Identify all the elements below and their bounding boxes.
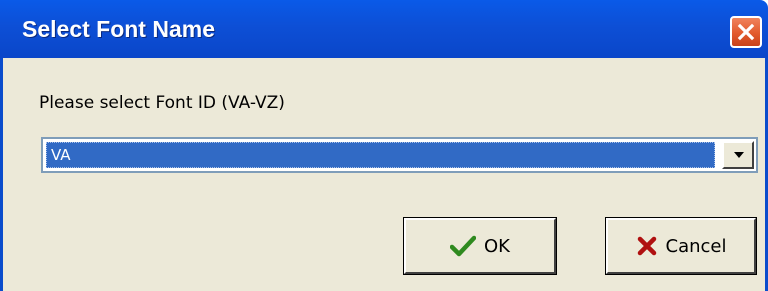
dropdown-button[interactable] [722,141,754,169]
ok-label: OK [484,235,510,257]
cancel-label: Cancel [665,235,727,257]
select-font-dialog: Select Font Name Please select Font ID (… [0,0,768,291]
close-button[interactable] [730,16,762,48]
selected-font-id[interactable]: VA [46,142,715,168]
chevron-down-icon [734,152,744,158]
title-bar[interactable]: Select Font Name [0,0,768,58]
font-id-prompt: Please select Font ID (VA-VZ) [39,93,285,113]
dialog-body: Please select Font ID (VA-VZ) VA OK Canc… [0,58,768,291]
ok-button[interactable]: OK [403,217,557,275]
x-mark-icon [637,236,656,256]
checkmark-icon [450,235,476,257]
dialog-title: Select Font Name [22,16,215,42]
font-id-select[interactable]: VA [41,137,758,173]
cancel-button[interactable]: Cancel [605,217,757,275]
close-icon [737,23,755,41]
